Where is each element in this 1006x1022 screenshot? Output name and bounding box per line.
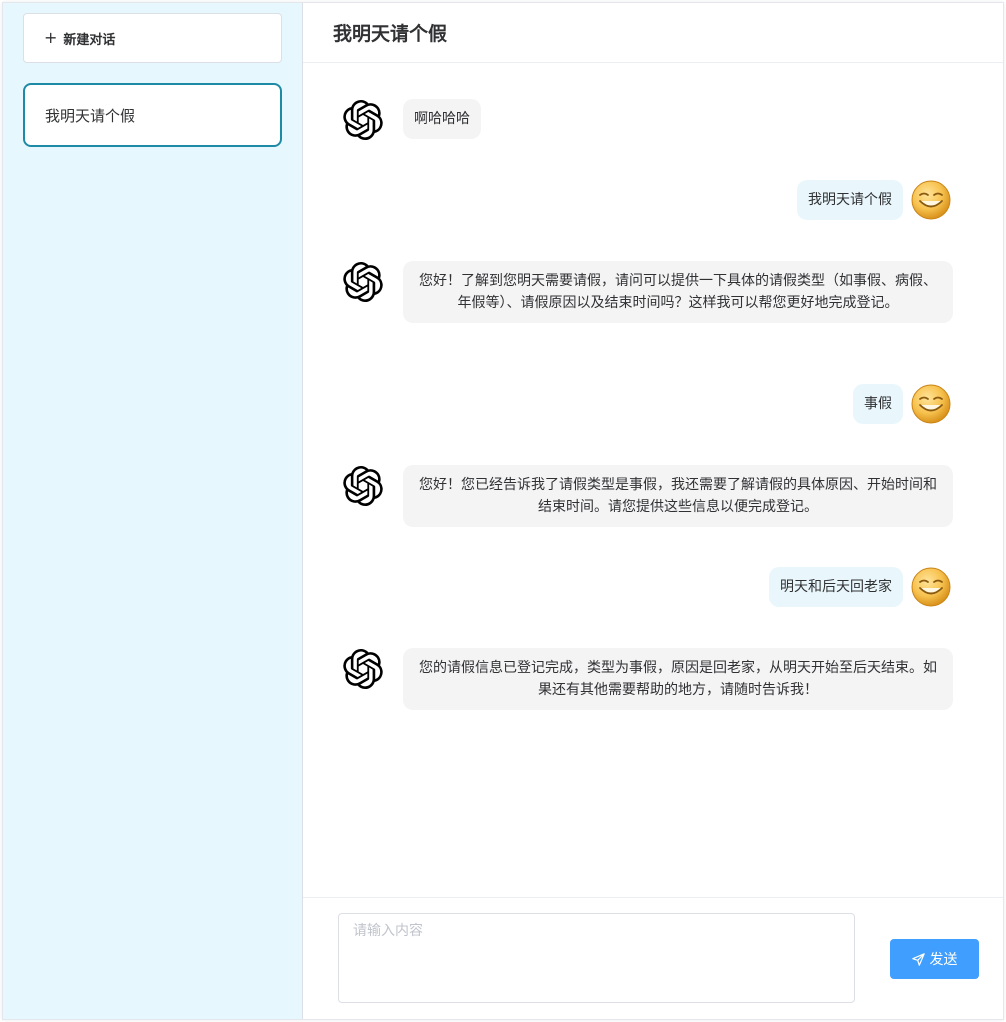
send-arrow-icon (911, 952, 925, 966)
chat-header: 我明天请个假 (303, 3, 1003, 63)
assistant-message: 您好！了解到您明天需要请假，请问可以提供一下具体的请假类型（如事假、病假、年假等… (403, 261, 953, 323)
sidebar: + 新建对话 我明天请个假 (3, 3, 303, 1019)
new-chat-label: 新建对话 (63, 32, 116, 48)
new-chat-button[interactable]: + 新建对话 (23, 13, 282, 63)
chat-app: + 新建对话 我明天请个假 我明天请个假 啊哈哈哈 我明天请个假 您好！了解到您… (2, 2, 1004, 1020)
chat-main: 我明天请个假 啊哈哈哈 我明天请个假 您好！了解到您明天需要请假，请问可以提供一… (303, 3, 1003, 1019)
smiley-face-icon (911, 567, 951, 607)
session-item-label: 我明天请个假 (45, 106, 136, 125)
message-list[interactable]: 啊哈哈哈 我明天请个假 您好！了解到您明天需要请假，请问可以提供一下具体的请假类… (303, 63, 1003, 899)
user-message: 事假 (853, 384, 903, 424)
composer: 发送 (303, 897, 1003, 1019)
assistant-message: 您的请假信息已登记完成，类型为事假，原因是回老家，从明天开始至后天结束。如果还有… (403, 648, 953, 710)
session-item[interactable]: 我明天请个假 (23, 83, 282, 147)
openai-logo-icon (343, 466, 383, 506)
send-button[interactable]: 发送 (890, 939, 979, 979)
message-input[interactable] (338, 913, 855, 1003)
openai-logo-icon (343, 649, 383, 689)
user-message: 我明天请个假 (797, 180, 903, 220)
user-message: 明天和后天回老家 (769, 567, 903, 607)
smiley-face-icon (911, 180, 951, 220)
plus-icon: + (44, 28, 58, 47)
smiley-face-icon (911, 384, 951, 424)
assistant-message: 您好！您已经告诉我了请假类型是事假，我还需要了解请假的具体原因、开始时间和结束时… (403, 465, 953, 527)
openai-logo-icon (343, 100, 383, 140)
assistant-message: 啊哈哈哈 (403, 99, 481, 139)
send-button-label: 发送 (929, 952, 958, 968)
openai-logo-icon (343, 262, 383, 302)
page-title: 我明天请个假 (333, 23, 448, 45)
